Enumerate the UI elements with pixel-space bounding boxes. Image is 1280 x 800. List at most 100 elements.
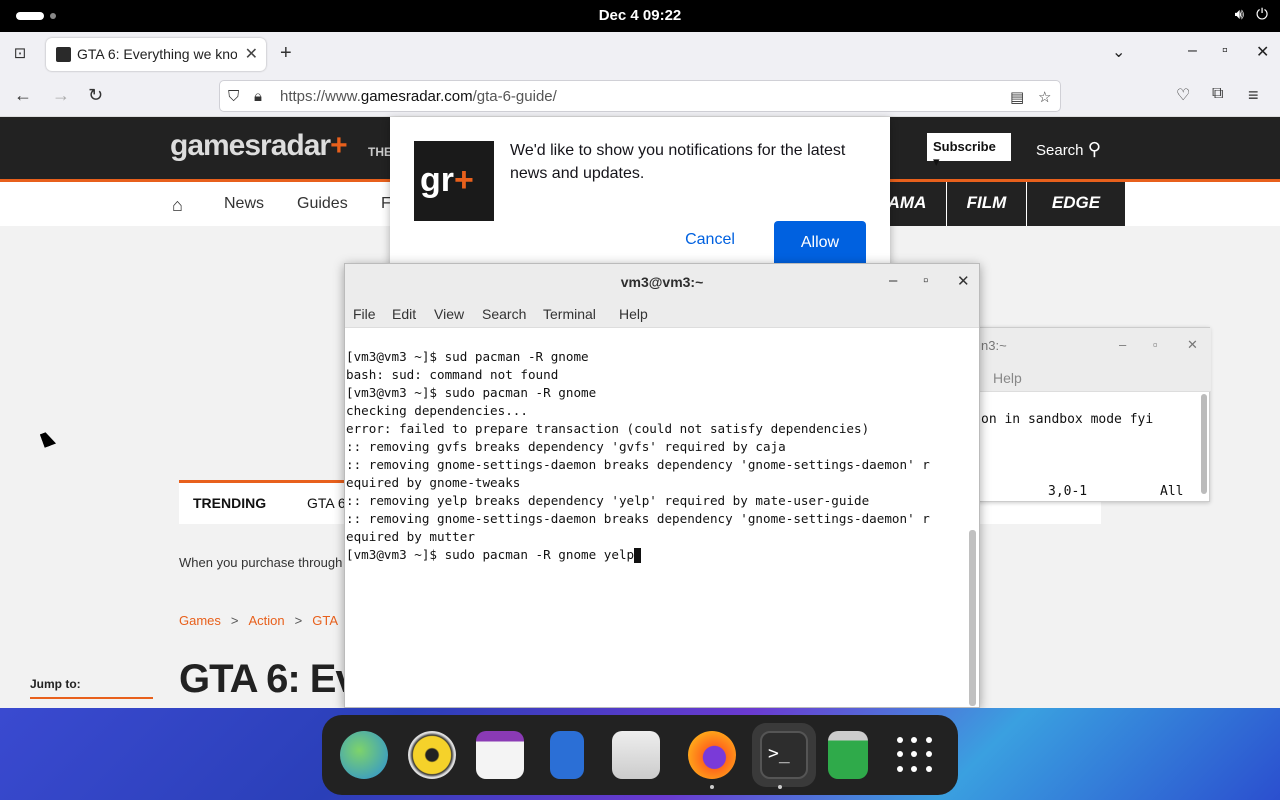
minimize-icon[interactable]: – [1188, 42, 1197, 60]
calendar-icon[interactable] [476, 731, 524, 779]
back-icon[interactable]: ← [14, 85, 32, 106]
navigation-toolbar: ← → ↻ ⛉ 🔒︎ https://www.gamesradar.com/gt… [0, 76, 1280, 117]
app-grid-icon[interactable] [897, 737, 933, 773]
grid-dot [911, 751, 918, 758]
trending-item[interactable]: GTA 6 [307, 495, 346, 511]
scrollbar[interactable] [1201, 394, 1207, 494]
breadcrumb-games[interactable]: Games [179, 613, 221, 628]
minimize-icon[interactable]: – [1119, 337, 1126, 352]
lock-icon[interactable]: 🔒︎ [254, 88, 262, 105]
tab-bar: ⊡ GTA 6: Everything we kno ✕ + ⌄ – ▫ ✕ [0, 32, 1280, 76]
terminal-line: :: removing yelp breaks dependency 'yelp… [346, 493, 870, 508]
search-icon: ⚲ [1087, 139, 1101, 159]
forward-icon[interactable]: → [52, 85, 70, 106]
nav-guides[interactable]: Guides [297, 195, 348, 213]
url-domain: gamesradar.com [360, 88, 473, 105]
brand-tab-film[interactable]: FILM [947, 182, 1026, 226]
close-icon[interactable]: ✕ [1187, 337, 1198, 353]
menu-help[interactable]: Help [619, 306, 648, 322]
tab-list-icon[interactable]: ⊡ [10, 44, 30, 64]
allow-button[interactable]: Allow [774, 221, 866, 267]
notification-message: We'd like to show you notifications for … [510, 142, 846, 182]
menu-file[interactable]: File [353, 306, 376, 322]
scrollbar[interactable] [969, 530, 976, 706]
trash-icon[interactable] [828, 731, 868, 779]
rhythmbox-icon[interactable] [408, 731, 456, 779]
maximize-icon[interactable]: ▫ [1222, 42, 1228, 60]
url-path: /gta-6-guide/ [472, 88, 557, 105]
speaker-icon[interactable]: 🔊︎ [1235, 6, 1244, 23]
desktop: { "topbar": {"clock": "Dec 4 09:22", "ic… [0, 0, 1280, 800]
terminal-prompt-line[interactable]: [vm3@vm3 ~]$ sudo pacman -R gnome yelp [346, 546, 966, 564]
extensions-icon[interactable]: ⧉ [1212, 85, 1223, 103]
breadcrumb-separator: > [294, 613, 303, 628]
logo-plus: + [330, 129, 348, 162]
brand-tab-edge[interactable]: EDGE [1027, 182, 1125, 226]
terminal-window[interactable]: vm3@vm3:~ – ▫ ✕ File Edit View Search Te… [344, 263, 980, 708]
system-top-bar: Dec 4 09:22 🔊︎ ⏻ [0, 0, 1280, 32]
menu-terminal[interactable]: Terminal [543, 306, 596, 322]
reader-view-icon[interactable]: ▤ [1010, 88, 1024, 106]
power-icon[interactable]: ⏻ [1256, 6, 1268, 23]
current-command: [vm3@vm3 ~]$ sudo pacman -R gnome yelp [346, 547, 635, 562]
breadcrumb-action[interactable]: Action [249, 613, 285, 628]
icon-plus: + [454, 161, 474, 199]
home-icon[interactable]: ⌂ [172, 195, 183, 216]
url-bar[interactable]: ⛉ 🔒︎ https://www.gamesradar.com/gta-6-gu… [219, 80, 1061, 112]
subscribe-button[interactable]: Subscribe ▾ [927, 133, 1011, 169]
breadcrumb-gta[interactable]: GTA [312, 613, 338, 628]
text-cursor [634, 548, 642, 563]
terminal-line: :: removing gvfs breaks dependency 'gvfs… [346, 439, 786, 454]
clock[interactable]: Dec 4 09:22 [0, 7, 1280, 24]
globe-browser-icon[interactable] [340, 731, 388, 779]
grid-dot [911, 765, 918, 772]
maximize-icon[interactable]: ▫ [923, 272, 928, 289]
text-editor-icon[interactable] [550, 731, 584, 779]
title-bar[interactable]: vm3@vm3:~ – ▫ ✕ [345, 264, 979, 300]
maximize-icon[interactable]: ▫ [1153, 337, 1158, 352]
terminal-line: equired by gnome-tweaks [346, 475, 521, 490]
grid-dot [925, 751, 932, 758]
url-text[interactable]: https://www.gamesradar.com/gta-6-guide/ [280, 88, 557, 105]
terminal-output[interactable]: [vm3@vm3 ~]$ sud pacman -R gnome bash: su… [346, 330, 966, 600]
close-icon[interactable]: ✕ [957, 272, 970, 290]
nav-news[interactable]: News [224, 195, 264, 213]
shield-icon[interactable]: ⛉ [228, 88, 239, 105]
software-store-icon[interactable] [612, 731, 660, 779]
jump-to-label: Jump to: [30, 677, 81, 691]
gamesradar-site-icon: gr+ [414, 141, 494, 221]
menu-view[interactable]: View [434, 306, 464, 322]
pocket-icon[interactable]: ♡ [1176, 85, 1190, 105]
gamesradar-logo[interactable]: gamesradar+ [170, 129, 348, 163]
grid-dot [911, 737, 918, 743]
system-tray[interactable]: 🔊︎ ⏻ [1235, 6, 1268, 23]
menu-search[interactable]: Search [482, 306, 526, 322]
menu-help[interactable]: Help [993, 370, 1022, 386]
terminal-line: equired by mutter [346, 529, 475, 544]
gamesradar-favicon-icon [56, 47, 71, 62]
reload-icon[interactable]: ↻ [88, 85, 103, 106]
firefox-icon[interactable] [688, 731, 736, 779]
tagline: THE [368, 145, 392, 159]
chevron-down-icon[interactable]: ⌄ [1112, 42, 1125, 62]
window-title: n3:~ [981, 338, 1007, 353]
running-indicator [710, 785, 714, 789]
close-window-icon[interactable]: ✕ [1256, 42, 1269, 62]
tab-gta6[interactable]: GTA 6: Everything we kno ✕ [46, 38, 266, 71]
menu-edit[interactable]: Edit [392, 306, 416, 322]
close-tab-icon[interactable]: ✕ [245, 44, 258, 64]
title-bar[interactable]: n3:~ – ▫ ✕ [979, 328, 1211, 364]
logo-text: gamesradar [170, 129, 331, 162]
background-terminal-window[interactable]: n3:~ – ▫ ✕ Help on in sandbox mode fyi 3… [978, 327, 1211, 502]
menu-icon[interactable]: ≡ [1248, 85, 1259, 106]
terminal-icon[interactable]: >_ [760, 731, 808, 779]
minimize-icon[interactable]: – [889, 272, 897, 289]
breadcrumb: Games > Action > GTA [179, 613, 338, 628]
bookmark-star-icon[interactable]: ☆ [1038, 88, 1051, 106]
site-search-button[interactable]: Search ⚲ [1036, 139, 1101, 160]
terminal-line: [vm3@vm3 ~]$ sud pacman -R gnome [346, 349, 589, 364]
grid-dot [897, 751, 903, 758]
grid-dot [925, 765, 932, 772]
cancel-button[interactable]: Cancel [672, 221, 748, 259]
new-tab-icon[interactable]: + [280, 42, 292, 65]
